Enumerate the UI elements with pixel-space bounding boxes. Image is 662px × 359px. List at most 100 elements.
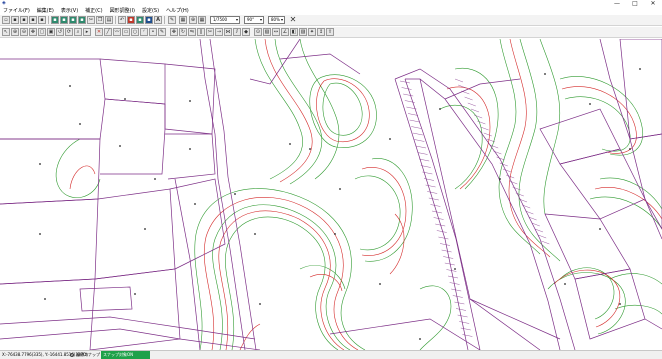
road-hatch-line bbox=[403, 93, 414, 97]
contour-line-green bbox=[599, 177, 662, 210]
menu-edit[interactable]: 編集(E) bbox=[37, 8, 54, 15]
dimension-icon[interactable]: ↕ bbox=[317, 28, 325, 36]
trim-icon[interactable]: ✂ bbox=[206, 28, 214, 36]
split-icon[interactable]: ⫽ bbox=[233, 28, 241, 36]
map-canvas[interactable] bbox=[0, 39, 662, 350]
contour-line-red bbox=[561, 86, 637, 154]
join-icon[interactable]: ⋈ bbox=[224, 28, 232, 36]
flag-icon[interactable]: ▪ bbox=[127, 16, 135, 24]
snap-option[interactable]: 座標スナップ bbox=[70, 351, 100, 359]
move-icon[interactable]: ✥ bbox=[170, 28, 178, 36]
layer-toggle-icon[interactable]: ◧ bbox=[290, 28, 298, 36]
text-tool-icon[interactable]: A bbox=[154, 16, 162, 24]
road-hatch-line bbox=[477, 120, 486, 125]
close-x-icon[interactable]: ✕ bbox=[289, 16, 297, 24]
print-preview-icon[interactable]: ▪ bbox=[38, 16, 46, 24]
chevron-down-icon: ▾ bbox=[235, 17, 238, 22]
survey-point bbox=[639, 68, 641, 70]
map-sheet-icon[interactable]: ▪ bbox=[69, 16, 77, 24]
maximize-button[interactable]: □ bbox=[630, 0, 640, 7]
pan-icon[interactable]: ✥ bbox=[29, 28, 37, 36]
rectangle-icon[interactable]: ▭ bbox=[122, 28, 130, 36]
mirror-icon[interactable]: ⇋ bbox=[188, 28, 196, 36]
parcel-boundary bbox=[165, 133, 216, 180]
scale-select[interactable]: 1/7500 ▾ bbox=[210, 16, 240, 24]
delete-icon[interactable]: ✕ bbox=[95, 28, 103, 36]
area-icon[interactable]: ▧ bbox=[263, 28, 271, 36]
survey-point bbox=[379, 283, 381, 285]
search-icon[interactable]: ⌕ bbox=[74, 28, 82, 36]
measure-icon[interactable]: ▦ bbox=[179, 16, 187, 24]
open-folder-icon[interactable]: ▪ bbox=[11, 16, 19, 24]
undo-icon[interactable]: ↶ bbox=[118, 16, 126, 24]
text-edit-icon[interactable]: ✎ bbox=[158, 28, 166, 36]
survey-point bbox=[259, 303, 261, 305]
zoom-all-icon[interactable]: ▣ bbox=[47, 28, 55, 36]
rotate-icon[interactable]: ↻ bbox=[179, 28, 187, 36]
point-icon[interactable]: • bbox=[149, 28, 157, 36]
save-icon[interactable]: ▪ bbox=[20, 16, 28, 24]
zoom-prev-icon[interactable]: ↺ bbox=[56, 28, 64, 36]
select-icon[interactable]: ▸ bbox=[83, 28, 91, 36]
line-icon[interactable]: ╱ bbox=[104, 28, 112, 36]
parcel-boundary bbox=[544, 213, 631, 280]
menu-settings[interactable]: 設定(S) bbox=[142, 8, 159, 15]
road-hatch-line bbox=[515, 192, 524, 197]
polyline-icon[interactable]: 〰 bbox=[113, 28, 121, 36]
export-icon[interactable]: ⇪ bbox=[326, 28, 334, 36]
menu-file[interactable]: ファイル(F) bbox=[3, 8, 30, 15]
menu-shape-adjust[interactable]: 図形調整(I) bbox=[110, 8, 135, 15]
vertex-icon[interactable]: ◆ bbox=[242, 28, 250, 36]
distance-icon[interactable]: ↔ bbox=[272, 28, 280, 36]
survey-point bbox=[309, 148, 311, 150]
scissors-icon[interactable]: ✂ bbox=[87, 16, 95, 24]
survey-point bbox=[254, 233, 256, 235]
contour-line-green bbox=[309, 74, 377, 148]
survey-point bbox=[194, 203, 196, 205]
close-button[interactable]: ✕ bbox=[648, 0, 658, 7]
chart-icon[interactable]: ▪ bbox=[145, 16, 153, 24]
menu-help[interactable]: ヘルプ(H) bbox=[166, 8, 189, 15]
new-file-icon[interactable]: ▫ bbox=[2, 16, 10, 24]
settings-icon[interactable]: ▦ bbox=[198, 16, 206, 24]
table-icon[interactable]: ▪ bbox=[136, 16, 144, 24]
contour-line-red bbox=[316, 78, 370, 143]
road-hatch-line bbox=[467, 102, 476, 107]
contour-line-green bbox=[564, 96, 631, 152]
zoom-window-icon[interactable]: ▢ bbox=[38, 28, 46, 36]
copy-icon[interactable]: ❐ bbox=[96, 16, 104, 24]
circle-icon[interactable]: ○ bbox=[131, 28, 139, 36]
extend-icon[interactable]: → bbox=[215, 28, 223, 36]
zoom-out-icon[interactable]: ⊖ bbox=[20, 28, 28, 36]
offset-icon[interactable]: ∥ bbox=[197, 28, 205, 36]
hatch-icon[interactable]: ▨ bbox=[299, 28, 307, 36]
paste-icon[interactable]: ▤ bbox=[105, 16, 113, 24]
snap-point-icon[interactable]: ⊙ bbox=[254, 28, 262, 36]
refresh-icon[interactable]: ⟳ bbox=[65, 28, 73, 36]
angle-select[interactable]: 90° ▾ bbox=[244, 16, 264, 24]
angle-icon[interactable]: ∠ bbox=[281, 28, 289, 36]
snap-icon[interactable]: ⊕ bbox=[189, 16, 197, 24]
scale-select-value: 1/7500 bbox=[213, 17, 228, 22]
contour-line-green bbox=[354, 175, 401, 251]
road-hatch-line bbox=[474, 114, 483, 119]
pen-icon[interactable]: ✎ bbox=[168, 16, 176, 24]
menu-correct[interactable]: 補正(C) bbox=[85, 8, 102, 15]
road-hatch-line bbox=[451, 288, 462, 292]
layer-icon[interactable]: ▪ bbox=[51, 16, 59, 24]
print-icon[interactable]: ▪ bbox=[29, 16, 37, 24]
snap-status-indicator: スナップ対象ON bbox=[101, 351, 150, 359]
zoom-in-icon[interactable]: ⊕ bbox=[11, 28, 19, 36]
radio-icon[interactable] bbox=[70, 353, 74, 357]
arc-icon[interactable]: ◜ bbox=[140, 28, 148, 36]
map-drawing[interactable] bbox=[0, 39, 662, 350]
grid-icon[interactable]: ▪ bbox=[78, 16, 86, 24]
menu-view[interactable]: 表示(V) bbox=[61, 8, 78, 15]
percent-select[interactable]: 80% ▾ bbox=[268, 16, 285, 24]
survey-point bbox=[619, 303, 621, 305]
parcel-boundary bbox=[199, 39, 246, 350]
symbol-icon[interactable]: ✦ bbox=[308, 28, 316, 36]
cursor-icon[interactable]: ↖ bbox=[2, 28, 10, 36]
layer-edit-icon[interactable]: ▪ bbox=[60, 16, 68, 24]
minimize-button[interactable]: — bbox=[612, 0, 622, 7]
